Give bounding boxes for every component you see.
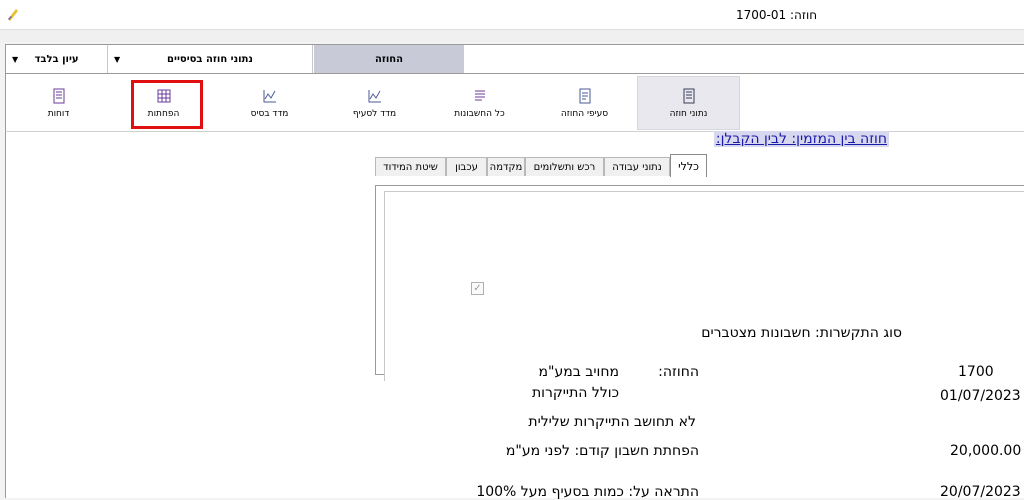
link-type-label: סוג התקשרות: חשבונות מצטברים <box>701 325 902 341</box>
chevron-down-icon[interactable]: ▼ <box>12 55 18 64</box>
table-icon <box>157 89 170 102</box>
title-bar: חוזה: 1700-01 <box>0 0 1024 30</box>
ribbon-label: נתוני חוזה <box>669 108 708 119</box>
sub-tab-bar: כללי נתוני עבודה רכש ותשלומים מקדמה עכבו… <box>370 154 710 177</box>
report-icon <box>53 88 64 103</box>
ribbon: דוחות הפחתות מדד בסיס מדד לסעיף כל החשבו… <box>5 74 1024 132</box>
ribbon-label: דוחות <box>47 108 70 119</box>
ribbon-all-invoices-button[interactable]: כל החשבונות <box>427 76 532 130</box>
tab-label: החוזה <box>374 53 404 65</box>
tab-label: עכבון <box>455 161 478 173</box>
tab-label: נתוני עבודה <box>612 161 662 173</box>
document-icon <box>579 88 590 103</box>
tab-view-only[interactable]: ▼ עיון בלבד <box>6 45 108 73</box>
tab-general[interactable]: כללי <box>670 154 707 177</box>
tab-label: נתוני חוזה בסיסיים <box>167 53 253 65</box>
ribbon-label: הפחתות <box>147 108 180 119</box>
ribbon-reductions-button[interactable]: הפחתות <box>111 76 216 130</box>
contract-number: 1700 <box>958 364 994 380</box>
toolbar-gap <box>0 30 1024 42</box>
window-title: חוזה: 1700-01 <box>736 8 818 22</box>
tab-retention[interactable]: עכבון <box>446 157 487 176</box>
prev-reduction-label: הפחתת חשבון קודם: לפני מע"מ <box>505 443 699 459</box>
negative-indexation-label: לא תחושב התייקרות שלילית <box>528 414 696 430</box>
contract-label: החוזה: <box>658 364 699 380</box>
tab-label: רכש ותשלומים <box>533 161 596 173</box>
tab-label: שיטת המידוד <box>383 161 438 173</box>
ribbon-label: מדד בסיס <box>250 108 289 119</box>
tab-label: מקדמה <box>489 161 523 173</box>
app-icon <box>8 9 18 21</box>
chevron-down-icon[interactable]: ▼ <box>114 55 120 64</box>
contract-vat-value: מחויב במע"מ <box>538 364 619 380</box>
tab-purchase-payments[interactable]: רכש ותשלומים <box>525 157 604 176</box>
chart-icon <box>368 89 381 102</box>
ribbon-item-index-button[interactable]: מדד לסעיף <box>322 76 427 130</box>
prev-reduction-value: 20,000.00 <box>950 443 1022 459</box>
ribbon-contract-items-button[interactable]: סעיפי החוזה <box>532 76 637 130</box>
ribbon-label: מדד לסעיף <box>352 108 397 119</box>
ribbon-base-index-button[interactable]: מדד בסיס <box>217 76 322 130</box>
negative-indexation-checkbox[interactable]: ✓ <box>471 282 484 295</box>
notebook-icon <box>683 88 694 103</box>
tab-label: כללי <box>678 159 699 173</box>
tab-label: עיון בלבד <box>34 53 79 65</box>
tab-measurement-method[interactable]: שיטת המידוד <box>375 157 446 176</box>
tab-contract[interactable]: החוזה <box>314 45 464 73</box>
tab-basic-contract-data[interactable]: ▼ נתוני חוזה בסיסיים <box>108 45 313 73</box>
contract-parties-link[interactable]: חוזה בין המזמין: לבין הקבלן: <box>713 131 889 147</box>
ribbon-contract-data-button[interactable]: נתוני חוזה <box>637 76 740 130</box>
tab-work-data[interactable]: נתוני עבודה <box>604 157 670 176</box>
tab-advance[interactable]: מקדמה <box>487 157 525 176</box>
top-tab-row: ▼ עיון בלבד ▼ נתוני חוזה בסיסיים החוזה <box>5 44 1024 74</box>
contract-indexation-value: כולל התייקרות <box>531 385 619 401</box>
ribbon-label: סעיפי החוזה <box>560 108 609 119</box>
ribbon-label: כל החשבונות <box>454 108 505 119</box>
contract-start-date: 01/07/2023 <box>940 388 1021 404</box>
ribbon-reports-button[interactable]: דוחות <box>6 76 111 130</box>
list-icon <box>474 90 485 100</box>
chart-icon <box>263 89 276 102</box>
